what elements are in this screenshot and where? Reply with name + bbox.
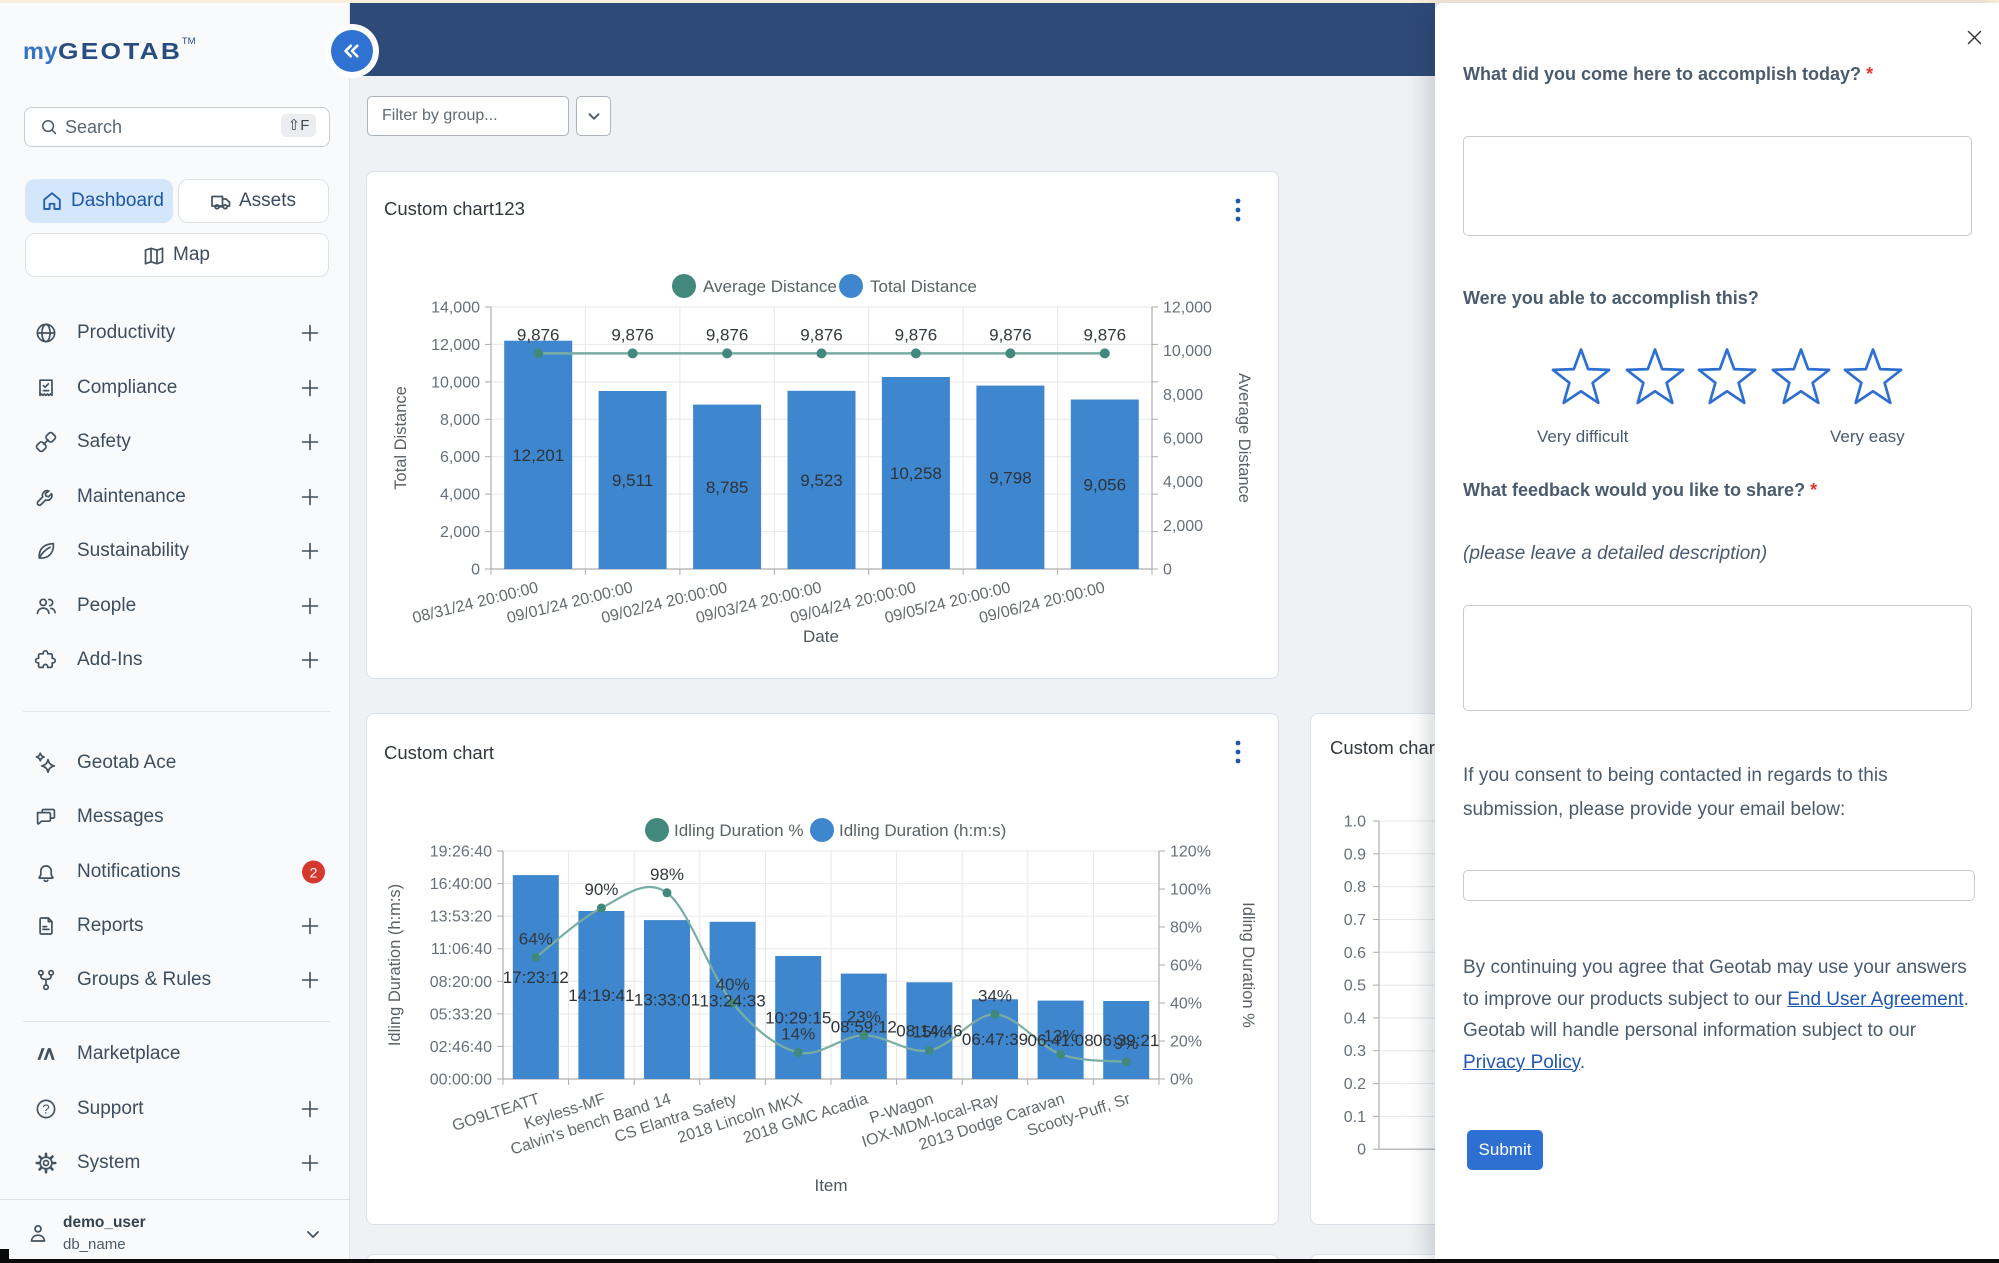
- svg-text:Idling Duration (h:m:s): Idling Duration (h:m:s): [839, 821, 1006, 840]
- svg-text:60%: 60%: [1170, 958, 1202, 975]
- svg-text:16:40:00: 16:40:00: [430, 876, 492, 893]
- svg-text:0.2: 0.2: [1344, 1076, 1366, 1093]
- svg-text:Custom chart: Custom chart: [1330, 737, 1436, 758]
- svg-text:Total Distance: Total Distance: [392, 386, 410, 490]
- svg-text:Idling Duration %: Idling Duration %: [1239, 902, 1257, 1028]
- svg-text:Date: Date: [803, 627, 839, 646]
- svg-text:2,000: 2,000: [440, 524, 480, 541]
- svg-text:Average Distance: Average Distance: [703, 277, 837, 296]
- svg-text:0.7: 0.7: [1344, 912, 1366, 929]
- svg-text:02:46:40: 02:46:40: [430, 1039, 492, 1056]
- svg-text:4,000: 4,000: [440, 487, 480, 504]
- svg-text:13:53:20: 13:53:20: [430, 909, 492, 926]
- svg-text:9,056: 9,056: [1084, 475, 1127, 494]
- svg-text:17:23:12: 17:23:12: [503, 968, 569, 987]
- svg-text:0.4: 0.4: [1344, 1010, 1366, 1027]
- svg-text:Average Distance: Average Distance: [1235, 373, 1253, 503]
- svg-text:8,000: 8,000: [1163, 387, 1203, 404]
- svg-text:12,201: 12,201: [512, 446, 564, 465]
- svg-text:0.3: 0.3: [1344, 1043, 1366, 1060]
- svg-text:120%: 120%: [1170, 844, 1211, 861]
- svg-text:0: 0: [1163, 562, 1172, 579]
- svg-text:19:26:40: 19:26:40: [430, 844, 492, 861]
- svg-text:9,876: 9,876: [706, 325, 749, 344]
- svg-text:?: ?: [42, 1102, 49, 1117]
- svg-text:6,000: 6,000: [1163, 431, 1203, 448]
- svg-text:10,000: 10,000: [1163, 343, 1212, 360]
- svg-text:Custom chart123: Custom chart123: [384, 198, 525, 219]
- svg-text:9,876: 9,876: [895, 325, 938, 344]
- svg-text:12,000: 12,000: [431, 337, 480, 354]
- svg-text:0.6: 0.6: [1344, 945, 1366, 962]
- svg-text:Idling Duration %: Idling Duration %: [674, 821, 803, 840]
- svg-text:06:47:39: 06:47:39: [962, 1030, 1028, 1049]
- svg-text:10,258: 10,258: [890, 464, 942, 483]
- svg-text:14,000: 14,000: [431, 300, 480, 317]
- svg-text:90%: 90%: [584, 880, 618, 899]
- svg-text:12,000: 12,000: [1163, 300, 1212, 317]
- svg-text:1.0: 1.0: [1344, 814, 1366, 831]
- svg-text:9,876: 9,876: [989, 325, 1032, 344]
- svg-text:0.8: 0.8: [1344, 879, 1366, 896]
- svg-text:6,000: 6,000: [440, 449, 480, 466]
- svg-text:100%: 100%: [1170, 882, 1211, 899]
- svg-text:9,876: 9,876: [611, 325, 654, 344]
- svg-text:9,876: 9,876: [517, 325, 560, 344]
- svg-text:34%: 34%: [978, 986, 1012, 1005]
- svg-text:9,511: 9,511: [612, 471, 653, 490]
- svg-text:0.5: 0.5: [1344, 978, 1366, 995]
- svg-text:06:39:21: 06:39:21: [1093, 1031, 1159, 1050]
- svg-text:64%: 64%: [519, 929, 553, 948]
- svg-text:2,000: 2,000: [1163, 518, 1203, 535]
- svg-text:Idling Duration (h:m:s): Idling Duration (h:m:s): [386, 884, 404, 1046]
- svg-text:0: 0: [471, 562, 480, 579]
- svg-text:Total Distance: Total Distance: [870, 277, 977, 296]
- svg-text:08:20:00: 08:20:00: [430, 974, 492, 991]
- svg-text:14:19:41: 14:19:41: [568, 986, 634, 1005]
- svg-text:9,523: 9,523: [800, 471, 843, 490]
- svg-text:4,000: 4,000: [1163, 474, 1203, 491]
- svg-text:10,000: 10,000: [431, 374, 480, 391]
- svg-text:06:41:08: 06:41:08: [1028, 1031, 1094, 1050]
- svg-text:9,798: 9,798: [989, 468, 1032, 487]
- svg-text:10:29:15: 10:29:15: [765, 1009, 831, 1028]
- svg-text:0.9: 0.9: [1344, 846, 1366, 863]
- svg-text:0.1: 0.1: [1344, 1109, 1366, 1126]
- svg-text:80%: 80%: [1170, 920, 1202, 937]
- svg-text:05:33:20: 05:33:20: [430, 1006, 492, 1023]
- svg-text:Item: Item: [814, 1176, 847, 1195]
- svg-text:08:59:12: 08:59:12: [831, 1017, 897, 1036]
- svg-text:9,876: 9,876: [800, 325, 843, 344]
- svg-text:00:00:00: 00:00:00: [430, 1072, 492, 1089]
- svg-text:8,000: 8,000: [440, 412, 480, 429]
- svg-text:0: 0: [1357, 1142, 1366, 1159]
- svg-text:0%: 0%: [1170, 1072, 1193, 1089]
- svg-text:11:06:40: 11:06:40: [431, 941, 492, 958]
- svg-text:9,876: 9,876: [1084, 325, 1127, 344]
- svg-text:08:14:46: 08:14:46: [896, 1022, 962, 1041]
- svg-text:40%: 40%: [1170, 996, 1202, 1013]
- svg-text:Custom chart: Custom chart: [384, 742, 494, 763]
- svg-text:13:33:01: 13:33:01: [634, 991, 700, 1010]
- svg-text:20%: 20%: [1170, 1034, 1202, 1051]
- svg-text:13:24:33: 13:24:33: [700, 991, 766, 1010]
- svg-text:8,785: 8,785: [706, 478, 749, 497]
- svg-text:98%: 98%: [650, 865, 684, 884]
